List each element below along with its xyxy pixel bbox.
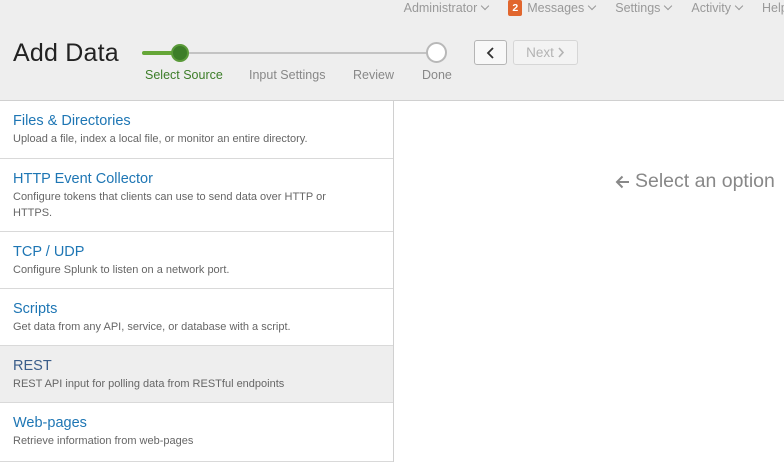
nav-help[interactable]: Help <box>762 1 784 15</box>
source-description: Configure tokens that clients can use to… <box>13 191 326 219</box>
source-description: REST API input for polling data from RES… <box>13 378 285 390</box>
step-select-source: Select Source <box>145 68 223 82</box>
messages-count-badge: 2 <box>508 0 523 16</box>
source-scripts[interactable]: Scripts Get data from any API, service, … <box>0 289 393 346</box>
nav-administrator[interactable]: Administrator <box>403 1 490 15</box>
progress-track-remaining <box>180 52 436 54</box>
nav-settings-label: Settings <box>615 1 661 15</box>
source-rest[interactable]: REST REST API input for polling data fro… <box>0 346 393 403</box>
step-input-settings: Input Settings <box>249 68 326 82</box>
page-title: Add Data <box>13 39 119 67</box>
data-source-list: Files & Directories Upload a file, index… <box>0 101 394 462</box>
chevron-down-icon <box>587 1 597 11</box>
next-button[interactable]: Next <box>513 40 578 65</box>
step-done: Done <box>422 68 452 82</box>
wizard-progress: Select Source Input Settings Review Done <box>142 42 462 82</box>
source-tcp-udp[interactable]: TCP / UDP Configure Splunk to listen on … <box>0 232 393 289</box>
back-button[interactable] <box>474 40 507 65</box>
nav-messages-label: Messages <box>527 1 585 15</box>
nav-help-label: Help <box>762 1 784 15</box>
chevron-left-icon <box>486 46 494 59</box>
source-web-pages[interactable]: Web-pages Retrieve information from web-… <box>0 403 393 462</box>
source-description: Configure Splunk to listen on a network … <box>13 264 230 276</box>
nav-settings[interactable]: Settings <box>615 1 673 15</box>
top-navigation: Administrator 2 Messages Settings Activi… <box>404 0 784 16</box>
chevron-down-icon <box>734 1 744 11</box>
source-title: HTTP Event Collector <box>13 171 153 187</box>
nav-administrator-label: Administrator <box>403 1 478 15</box>
select-option-hint: Select an option <box>615 170 775 193</box>
source-description: Get data from any API, service, or datab… <box>13 321 291 333</box>
chevron-right-icon <box>558 47 564 58</box>
nav-messages[interactable]: 2 Messages <box>508 0 597 16</box>
nav-activity-label: Activity <box>691 1 731 15</box>
source-title: TCP / UDP <box>13 244 85 260</box>
source-http-event-collector[interactable]: HTTP Event Collector Configure tokens th… <box>0 159 393 232</box>
source-title: Web-pages <box>13 415 87 431</box>
final-step-marker <box>426 42 447 63</box>
arrow-left-icon <box>615 175 629 188</box>
source-title: Scripts <box>13 301 58 317</box>
current-step-marker <box>171 44 189 62</box>
source-description: Upload a file, index a local file, or mo… <box>13 133 308 145</box>
select-option-text: Select an option <box>635 170 775 192</box>
source-description: Retrieve information from web-pages <box>13 435 194 447</box>
chevron-down-icon <box>481 1 490 11</box>
source-files-directories[interactable]: Files & Directories Upload a file, index… <box>0 101 393 159</box>
source-detail-panel: Select an option <box>395 101 784 462</box>
step-review: Review <box>353 68 394 82</box>
chevron-down-icon <box>664 1 673 11</box>
next-button-label: Next <box>526 45 554 60</box>
source-title: Files & Directories <box>13 113 131 129</box>
source-title: REST <box>13 358 52 374</box>
nav-activity[interactable]: Activity <box>691 1 744 15</box>
header: Administrator 2 Messages Settings Activi… <box>0 0 784 101</box>
